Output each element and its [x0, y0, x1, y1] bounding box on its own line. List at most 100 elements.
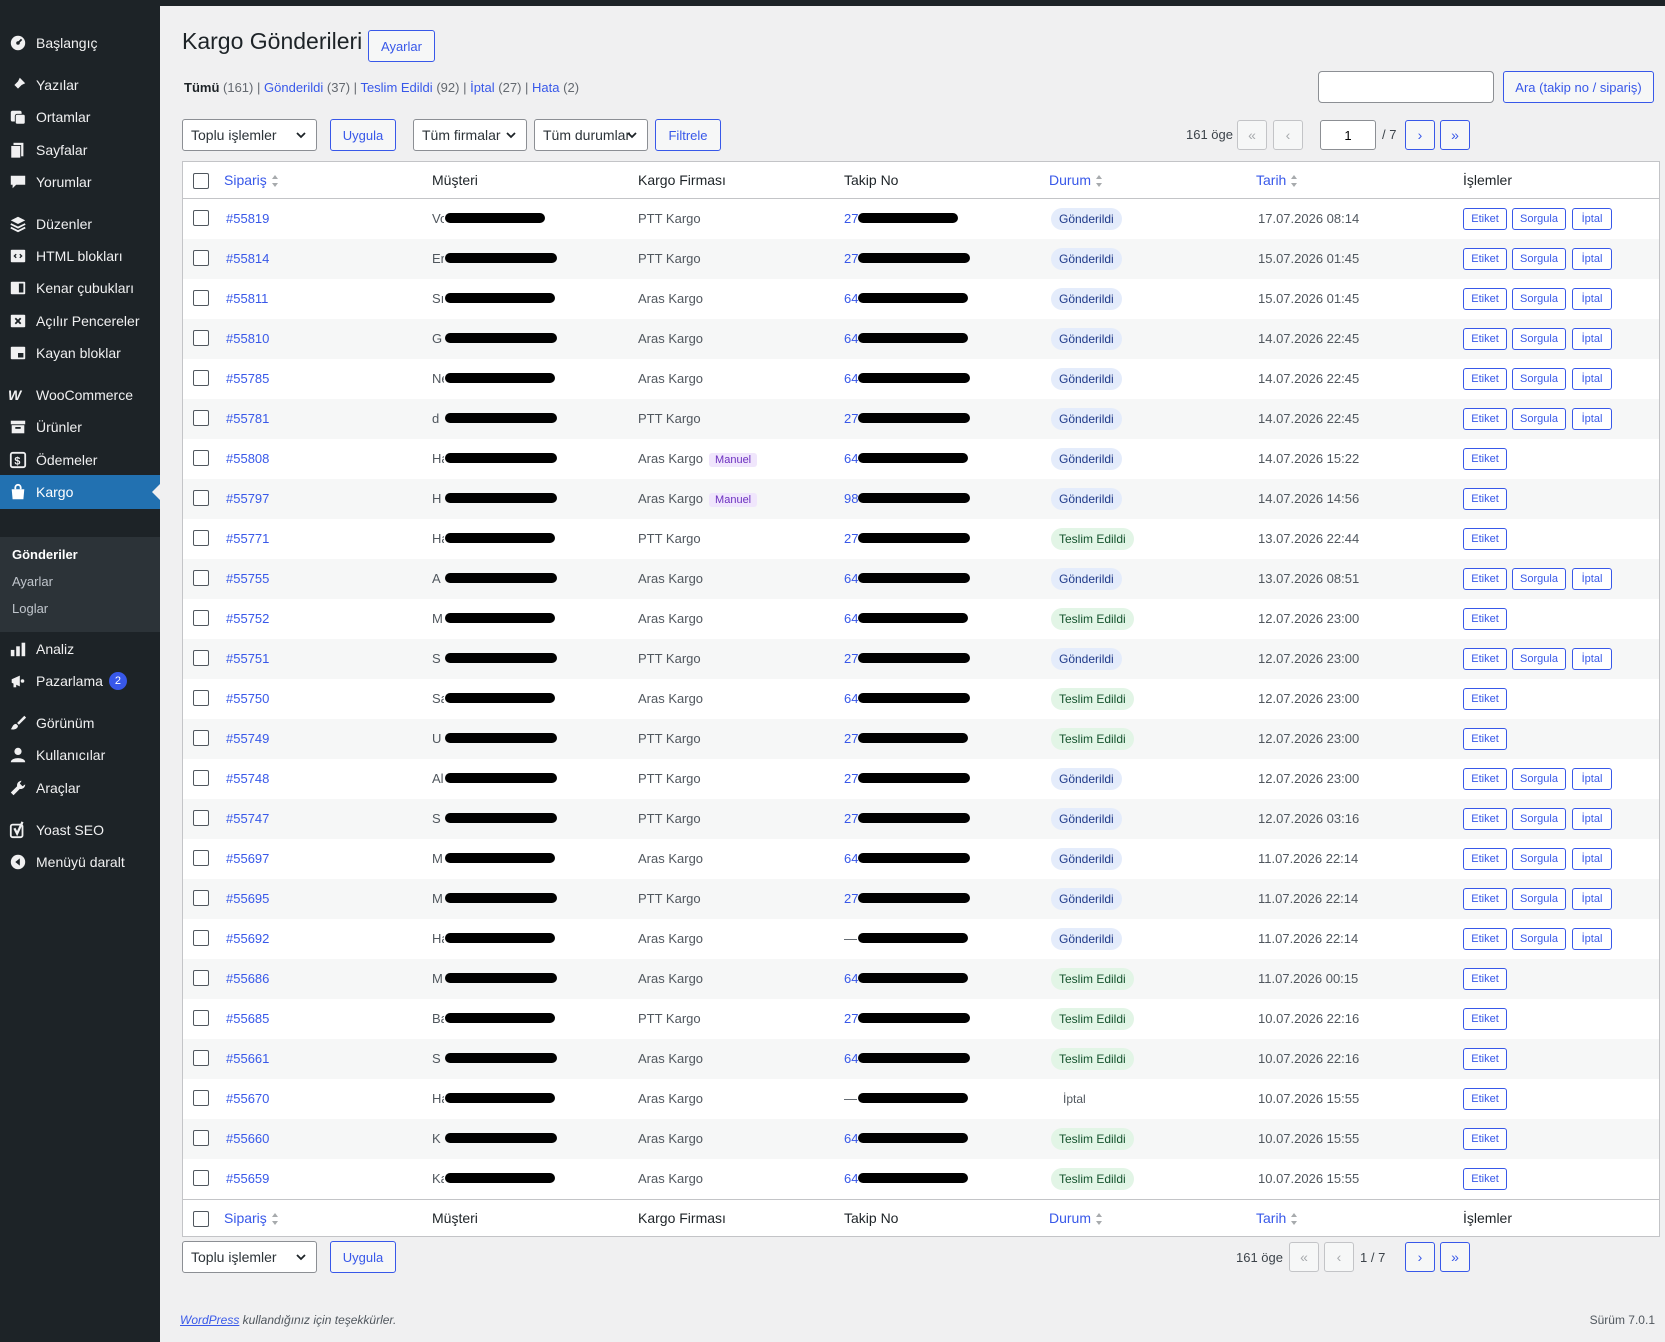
menu-products[interactable]: Ürünler [0, 410, 160, 444]
label-button[interactable]: Etiket [1463, 648, 1507, 670]
tracking-number[interactable]: 27 [844, 411, 858, 426]
cancel-button[interactable]: İptal [1572, 928, 1612, 950]
column-order[interactable]: Sipariş [224, 1210, 279, 1226]
label-button[interactable]: Etiket [1463, 728, 1507, 750]
tracking-number[interactable]: 27 [844, 771, 858, 786]
tracking-number[interactable]: 27 [844, 1011, 858, 1026]
label-button[interactable]: Etiket [1463, 848, 1507, 870]
order-link[interactable]: #55660 [226, 1131, 269, 1146]
menu-dashboard[interactable]: Başlangıç [0, 26, 160, 60]
row-checkbox[interactable] [193, 850, 209, 866]
column-date[interactable]: Tarih [1256, 172, 1298, 188]
cancel-button[interactable]: İptal [1572, 568, 1612, 590]
menu-comments[interactable]: Yorumlar [0, 165, 160, 199]
row-checkbox[interactable] [193, 450, 209, 466]
menu-media[interactable]: Ortamlar [0, 100, 160, 134]
order-link[interactable]: #55811 [226, 291, 268, 306]
query-button[interactable]: Sorgula [1512, 288, 1566, 310]
row-checkbox[interactable] [193, 810, 209, 826]
menu-yoast[interactable]: Yoast SEO [0, 813, 160, 847]
tracking-number[interactable]: 64 [844, 611, 858, 626]
row-checkbox[interactable] [193, 530, 209, 546]
label-button[interactable]: Etiket [1463, 568, 1507, 590]
order-link[interactable]: #55686 [226, 971, 269, 986]
cancel-button[interactable]: İptal [1572, 208, 1612, 230]
row-checkbox[interactable] [193, 970, 209, 986]
label-button[interactable]: Etiket [1463, 688, 1507, 710]
row-checkbox[interactable] [193, 370, 209, 386]
query-button[interactable]: Sorgula [1512, 368, 1566, 390]
label-button[interactable]: Etiket [1463, 248, 1507, 270]
row-checkbox[interactable] [193, 650, 209, 666]
tracking-number[interactable]: 27 [844, 731, 858, 746]
submenu-logs[interactable]: Loglar [12, 601, 48, 616]
tracking-number[interactable]: 64 [844, 451, 858, 466]
label-button[interactable]: Etiket [1463, 1008, 1507, 1030]
label-button[interactable]: Etiket [1463, 1088, 1507, 1110]
tracking-number[interactable]: 64 [844, 1131, 858, 1146]
label-button[interactable]: Etiket [1463, 1048, 1507, 1070]
tracking-number[interactable]: 27 [844, 531, 858, 546]
row-checkbox[interactable] [193, 570, 209, 586]
menu-html-blocks[interactable]: HTML blokları [0, 239, 160, 273]
row-checkbox[interactable] [193, 930, 209, 946]
filter-delivered[interactable]: Teslim Edildi [360, 80, 432, 95]
wordpress-link[interactable]: WordPress [180, 1313, 239, 1327]
column-status[interactable]: Durum [1049, 1210, 1103, 1226]
order-link[interactable]: #55819 [226, 211, 269, 226]
tracking-number[interactable]: 27 [844, 811, 858, 826]
label-button[interactable]: Etiket [1463, 1128, 1507, 1150]
row-checkbox[interactable] [193, 1130, 209, 1146]
query-button[interactable]: Sorgula [1512, 568, 1566, 590]
tracking-number[interactable]: 64 [844, 691, 858, 706]
order-link[interactable]: #55781 [226, 411, 269, 426]
query-button[interactable]: Sorgula [1512, 808, 1566, 830]
apply-button[interactable]: Uygula [330, 119, 396, 151]
order-link[interactable]: #55748 [226, 771, 269, 786]
order-link[interactable]: #55692 [226, 931, 269, 946]
label-button[interactable]: Etiket [1463, 1168, 1507, 1190]
row-checkbox[interactable] [193, 1170, 209, 1186]
cancel-button[interactable]: İptal [1572, 328, 1612, 350]
row-checkbox[interactable] [193, 1090, 209, 1106]
order-link[interactable]: #55808 [226, 451, 269, 466]
cancel-button[interactable]: İptal [1572, 888, 1612, 910]
label-button[interactable]: Etiket [1463, 888, 1507, 910]
row-checkbox[interactable] [193, 290, 209, 306]
order-link[interactable]: #55785 [226, 371, 269, 386]
query-button[interactable]: Sorgula [1512, 768, 1566, 790]
label-button[interactable]: Etiket [1463, 608, 1507, 630]
filter-all[interactable]: Tümü [184, 80, 219, 95]
query-button[interactable]: Sorgula [1512, 848, 1566, 870]
cancel-button[interactable]: İptal [1572, 248, 1612, 270]
row-checkbox[interactable] [193, 1050, 209, 1066]
order-link[interactable]: #55797 [226, 491, 269, 506]
submenu-shipments[interactable]: Gönderiler [12, 547, 78, 562]
column-order[interactable]: Sipariş [224, 172, 279, 188]
select-all-checkbox[interactable] [193, 1211, 209, 1227]
menu-analytics[interactable]: Analiz [0, 632, 160, 666]
menu-marketing[interactable]: Pazarlama 2 [0, 664, 160, 698]
row-checkbox[interactable] [193, 770, 209, 786]
tracking-number[interactable]: 64 [844, 971, 858, 986]
tracking-number[interactable]: 64 [844, 571, 858, 586]
query-button[interactable]: Sorgula [1512, 328, 1566, 350]
menu-pages[interactable]: Sayfalar [0, 133, 160, 167]
order-link[interactable]: #55747 [226, 811, 269, 826]
order-link[interactable]: #55749 [226, 731, 269, 746]
settings-button[interactable]: Ayarlar [368, 30, 435, 62]
label-button[interactable]: Etiket [1463, 288, 1507, 310]
last-page-button-bottom[interactable]: » [1440, 1242, 1470, 1272]
menu-woocommerce[interactable]: W WooCommerce [0, 378, 160, 412]
column-status[interactable]: Durum [1049, 172, 1103, 188]
order-link[interactable]: #55685 [226, 1011, 269, 1026]
order-link[interactable]: #55751 [226, 651, 269, 666]
menu-appearance[interactable]: Görünüm [0, 706, 160, 740]
query-button[interactable]: Sorgula [1512, 408, 1566, 430]
tracking-number[interactable]: 27 [844, 891, 858, 906]
row-checkbox[interactable] [193, 330, 209, 346]
tracking-number[interactable]: 27 [844, 211, 858, 226]
cancel-button[interactable]: İptal [1572, 768, 1612, 790]
cancel-button[interactable]: İptal [1572, 408, 1612, 430]
order-link[interactable]: #55814 [226, 251, 269, 266]
